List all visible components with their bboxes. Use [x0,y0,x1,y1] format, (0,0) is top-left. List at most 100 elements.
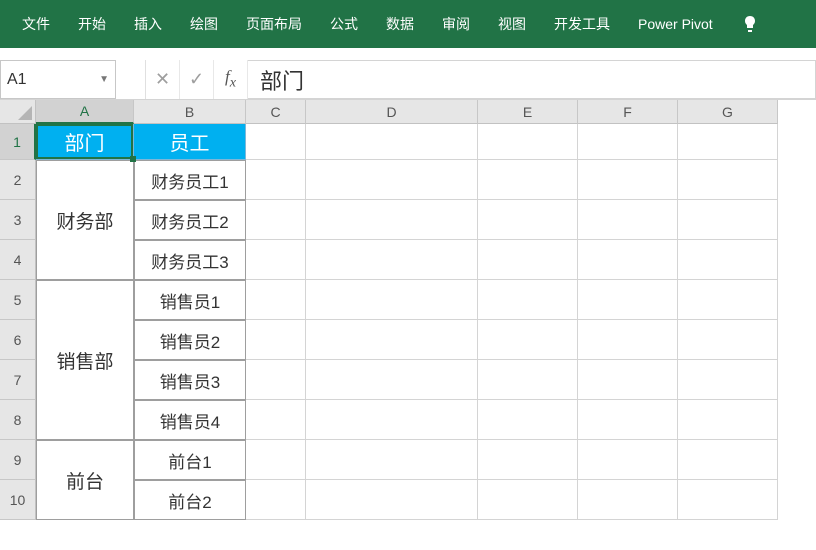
column-header[interactable]: F [578,100,678,124]
ribbon-tab[interactable]: Power Pivot [624,0,727,48]
cell[interactable] [306,160,478,200]
cell[interactable] [678,200,778,240]
dept-cell[interactable]: 销售部 [36,280,134,440]
select-all-corner[interactable] [0,100,36,124]
row-header[interactable]: 9 [0,440,36,480]
formula-bar-input[interactable]: 部门 [248,60,816,99]
cell[interactable] [578,440,678,480]
cell[interactable] [578,400,678,440]
column-header[interactable]: E [478,100,578,124]
cell[interactable] [478,400,578,440]
table-header-cell[interactable]: 员工 [134,124,246,160]
row-header[interactable]: 3 [0,200,36,240]
ribbon-tab[interactable]: 公式 [316,0,372,48]
row-header[interactable]: 1 [0,124,36,160]
cancel-formula-button[interactable]: ✕ [146,60,180,99]
cell[interactable] [478,360,578,400]
cell[interactable] [678,320,778,360]
row-header[interactable]: 10 [0,480,36,520]
cell[interactable] [678,240,778,280]
cell[interactable] [678,400,778,440]
ribbon-tab[interactable]: 数据 [372,0,428,48]
cell[interactable] [246,280,306,320]
employee-cell[interactable]: 前台2 [134,480,246,520]
employee-cell[interactable]: 财务员工1 [134,160,246,200]
ribbon-tab[interactable]: 审阅 [428,0,484,48]
employee-cell[interactable]: 销售员2 [134,320,246,360]
ribbon-tab[interactable]: 开始 [64,0,120,48]
cell[interactable] [478,124,578,160]
tell-me-button[interactable] [727,15,761,33]
column-header[interactable]: C [246,100,306,124]
row-header[interactable]: 5 [0,280,36,320]
cell[interactable] [678,360,778,400]
cell[interactable] [678,160,778,200]
name-box[interactable]: A1 ▼ [0,60,116,99]
cell[interactable] [306,280,478,320]
ribbon-tab[interactable]: 视图 [484,0,540,48]
cell[interactable] [246,360,306,400]
row-header[interactable]: 2 [0,160,36,200]
cell[interactable] [578,280,678,320]
cell[interactable] [578,480,678,520]
insert-function-button[interactable]: fx [214,60,248,99]
name-box-dropdown-icon[interactable]: ▼ [99,74,109,85]
cell[interactable] [478,320,578,360]
employee-cell[interactable]: 销售员1 [134,280,246,320]
row-header[interactable]: 4 [0,240,36,280]
cell[interactable] [678,124,778,160]
cell[interactable] [478,280,578,320]
cell[interactable] [246,124,306,160]
table-header-cell[interactable]: 部门 [36,124,134,160]
cell[interactable] [246,480,306,520]
ribbon-tab[interactable]: 页面布局 [232,0,316,48]
employee-cell[interactable]: 财务员工3 [134,240,246,280]
cell[interactable] [246,320,306,360]
cell[interactable] [478,480,578,520]
cell[interactable] [578,124,678,160]
cell[interactable] [578,240,678,280]
row-header[interactable]: 8 [0,400,36,440]
cell[interactable] [578,160,678,200]
column-header[interactable]: A [36,100,134,124]
dept-cell[interactable]: 财务部 [36,160,134,280]
column-header[interactable]: G [678,100,778,124]
employee-cell[interactable]: 销售员3 [134,360,246,400]
column-header[interactable]: D [306,100,478,124]
cell[interactable] [578,320,678,360]
cell[interactable] [306,240,478,280]
cell[interactable] [306,480,478,520]
ribbon-tab[interactable]: 插入 [120,0,176,48]
cell[interactable] [678,480,778,520]
cell[interactable] [678,440,778,480]
row-header[interactable]: 7 [0,360,36,400]
cell[interactable] [246,160,306,200]
cell[interactable] [478,160,578,200]
ribbon-tab[interactable]: 文件 [8,0,64,48]
cell[interactable] [478,440,578,480]
cell[interactable] [306,124,478,160]
ribbon-tab[interactable]: 开发工具 [540,0,624,48]
cell[interactable] [478,240,578,280]
employee-cell[interactable]: 前台1 [134,440,246,480]
cell[interactable] [306,440,478,480]
cell[interactable] [246,400,306,440]
enter-formula-button[interactable]: ✓ [180,60,214,99]
cell[interactable] [306,360,478,400]
cell[interactable] [306,400,478,440]
cell[interactable] [478,200,578,240]
employee-cell[interactable]: 销售员4 [134,400,246,440]
cell[interactable] [246,440,306,480]
fill-handle[interactable] [130,156,136,162]
cell[interactable] [246,240,306,280]
cell[interactable] [306,200,478,240]
cell[interactable] [578,360,678,400]
row-header[interactable]: 6 [0,320,36,360]
employee-cell[interactable]: 财务员工2 [134,200,246,240]
dept-cell[interactable]: 前台 [36,440,134,520]
cells-area[interactable]: 部门员工财务部财务员工1财务员工2财务员工3销售部销售员1销售员2销售员3销售员… [36,124,816,550]
cell[interactable] [578,200,678,240]
cell[interactable] [678,280,778,320]
ribbon-tab[interactable]: 绘图 [176,0,232,48]
cell[interactable] [306,320,478,360]
